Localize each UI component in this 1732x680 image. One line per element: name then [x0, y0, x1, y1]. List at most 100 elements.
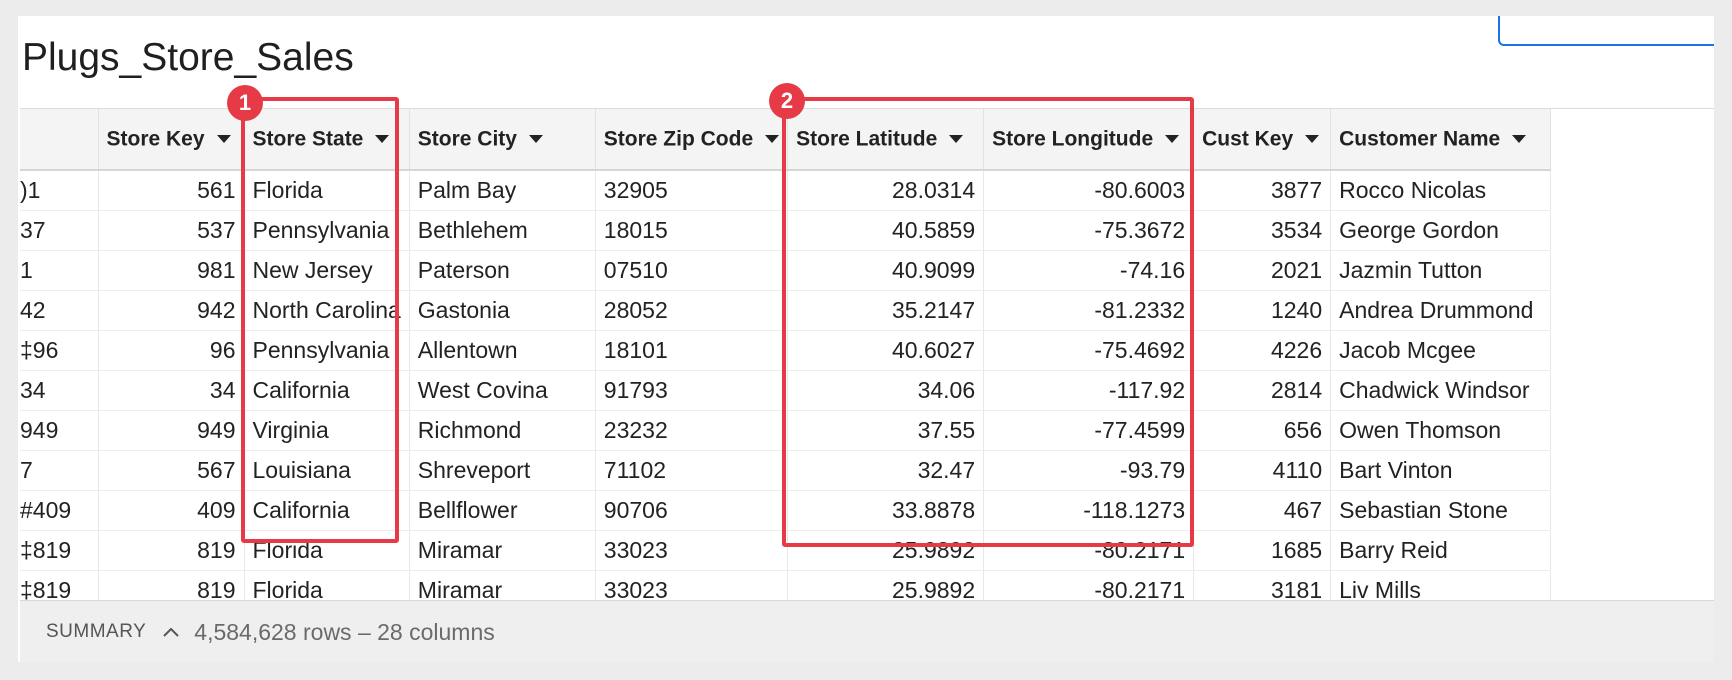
table-cell[interactable]: 23232 [595, 410, 789, 451]
column-header[interactable]: Store State [244, 109, 410, 171]
table-cell[interactable]: 2814 [1193, 370, 1332, 411]
table-cell[interactable]: -75.3672 [983, 210, 1195, 251]
table-cell[interactable]: -80.2171 [983, 530, 1195, 571]
table-cell[interactable]: 33.8878 [787, 490, 985, 531]
table-cell[interactable]: Paterson [409, 250, 596, 291]
dropdown-caret-icon[interactable] [1165, 135, 1180, 144]
table-cell[interactable]: 949 [98, 410, 245, 451]
dropdown-caret-icon[interactable] [1305, 135, 1320, 144]
dropdown-caret-icon[interactable] [216, 135, 231, 144]
table-cell[interactable]: Gastonia [409, 290, 596, 331]
table-row[interactable]: 7 567 Louisiana Shreveport 71102 32.47 -93.79 4… [20, 450, 1552, 491]
column-header-clipped[interactable] [20, 109, 99, 171]
dropdown-caret-icon[interactable] [765, 135, 780, 144]
table-cell[interactable]: Shreveport [409, 450, 596, 491]
table-cell[interactable]: Bellflower [409, 490, 596, 531]
table-cell[interactable]: 467 [1193, 490, 1332, 531]
table-cell[interactable]: 91793 [595, 370, 789, 411]
table-cell[interactable]: Andrea Drummond [1330, 290, 1552, 331]
table-cell[interactable]: 18101 [595, 330, 789, 371]
table-cell[interactable]: Jacob Mcgee [1330, 330, 1552, 371]
table-cell[interactable]: -80.2171 [983, 570, 1195, 601]
table-row[interactable]: 34 34 California West Covina 91793 34.06 -117.… [20, 370, 1552, 411]
table-cell[interactable]: 34 [98, 370, 245, 411]
table-cell[interactable]: -81.2332 [983, 290, 1195, 331]
table-cell[interactable]: 942 [98, 290, 245, 331]
table-cell[interactable]: Miramar [409, 570, 596, 601]
dropdown-caret-icon[interactable] [528, 135, 543, 144]
table-cell[interactable]: 7 [20, 450, 99, 491]
table-cell[interactable]: 96 [98, 330, 245, 371]
table-row[interactable]: ‡819 819 Florida Miramar 33023 25.9892 -80.217… [20, 530, 1552, 571]
table-cell[interactable]: 71102 [595, 450, 789, 491]
table-cell[interactable]: Chadwick Windsor [1330, 370, 1552, 411]
table-cell[interactable]: Barry Reid [1330, 530, 1552, 571]
table-cell[interactable]: North Carolina [244, 290, 410, 331]
table-cell[interactable]: 34.06 [787, 370, 985, 411]
table-cell[interactable]: #409 [20, 490, 99, 531]
table-cell[interactable]: 3877 [1193, 170, 1332, 211]
column-header[interactable]: Store Latitude [787, 109, 985, 171]
table-cell[interactable]: 90706 [595, 490, 789, 531]
table-cell[interactable]: 28052 [595, 290, 789, 331]
table-cell[interactable]: 981 [98, 250, 245, 291]
table-row[interactable]: ‡96 96 Pennsylvania Allentown 18101 40.6027 -7… [20, 330, 1552, 371]
column-header[interactable]: Store City [409, 109, 596, 171]
table-cell[interactable]: California [244, 370, 410, 411]
table-cell[interactable]: 819 [98, 570, 245, 601]
table-cell[interactable]: Rocco Nicolas [1330, 170, 1552, 211]
table-row[interactable]: 37 537 Pennsylvania Bethlehem 18015 40.5859 -7… [20, 210, 1552, 251]
table-row[interactable]: ‡819 819 Florida Miramar 33023 25.9892 -80.217… [20, 570, 1552, 601]
table-cell[interactable]: 2021 [1193, 250, 1332, 291]
dropdown-caret-icon[interactable] [949, 135, 964, 144]
table-cell[interactable]: ‡819 [20, 530, 99, 571]
table-row[interactable]: )1 561 Florida Palm Bay 32905 28.0314 -80.6003… [20, 170, 1552, 211]
table-cell[interactable]: Allentown [409, 330, 596, 371]
table-cell[interactable]: 40.9099 [787, 250, 985, 291]
table-cell[interactable]: Liv Mills [1330, 570, 1552, 601]
table-cell[interactable]: Bart Vinton [1330, 450, 1552, 491]
table-cell[interactable]: Richmond [409, 410, 596, 451]
table-cell[interactable]: 33023 [595, 530, 789, 571]
table-cell[interactable]: 819 [98, 530, 245, 571]
table-cell[interactable]: 656 [1193, 410, 1332, 451]
table-cell[interactable]: 3181 [1193, 570, 1332, 601]
table-cell[interactable]: Owen Thomson [1330, 410, 1552, 451]
table-cell[interactable]: 32905 [595, 170, 789, 211]
table-row[interactable]: 42 942 North Carolina Gastonia 28052 35.2147-… [20, 290, 1552, 331]
table-cell[interactable]: Sebastian Stone [1330, 490, 1552, 531]
table-cell[interactable]: Florida [244, 570, 410, 601]
table-cell[interactable]: 25.9892 [787, 530, 985, 571]
table-cell[interactable]: Louisiana [244, 450, 410, 491]
dropdown-caret-icon[interactable] [1512, 135, 1527, 144]
table-cell[interactable]: New Jersey [244, 250, 410, 291]
table-cell[interactable]: 35.2147 [787, 290, 985, 331]
table-cell[interactable]: 1240 [1193, 290, 1332, 331]
table-cell[interactable]: 25.9892 [787, 570, 985, 601]
column-header[interactable]: Store Longitude [983, 109, 1195, 171]
table-cell[interactable]: George Gordon [1330, 210, 1552, 251]
column-header[interactable]: Customer Name [1330, 109, 1552, 171]
table-cell[interactable]: 409 [98, 490, 245, 531]
table-cell[interactable]: -80.6003 [983, 170, 1195, 211]
table-cell[interactable]: 537 [98, 210, 245, 251]
table-cell[interactable]: 40.5859 [787, 210, 985, 251]
table-cell[interactable]: Palm Bay [409, 170, 596, 211]
table-row[interactable]: #409 409 California Bellflower 90706 33.8878-… [20, 490, 1552, 531]
table-cell[interactable]: )1 [20, 170, 99, 211]
table-cell[interactable]: 07510 [595, 250, 789, 291]
table-cell[interactable]: -118.1273 [983, 490, 1195, 531]
table-cell[interactable]: California [244, 490, 410, 531]
table-cell[interactable]: West Covina [409, 370, 596, 411]
table-row[interactable]: 1 981 New Jersey Paterson 07510 40.9099 -74.16… [20, 250, 1552, 291]
table-cell[interactable]: 4110 [1193, 450, 1332, 491]
table-cell[interactable]: -93.79 [983, 450, 1195, 491]
table-cell[interactable]: -75.4692 [983, 330, 1195, 371]
table-cell[interactable]: Pennsylvania [244, 210, 410, 251]
table-cell[interactable]: -77.4599 [983, 410, 1195, 451]
table-cell[interactable]: Jazmin Tutton [1330, 250, 1552, 291]
table-cell[interactable]: 32.47 [787, 450, 985, 491]
table-cell[interactable]: 33023 [595, 570, 789, 601]
column-header[interactable]: Cust Key [1193, 109, 1332, 171]
table-cell[interactable]: 561 [98, 170, 245, 211]
